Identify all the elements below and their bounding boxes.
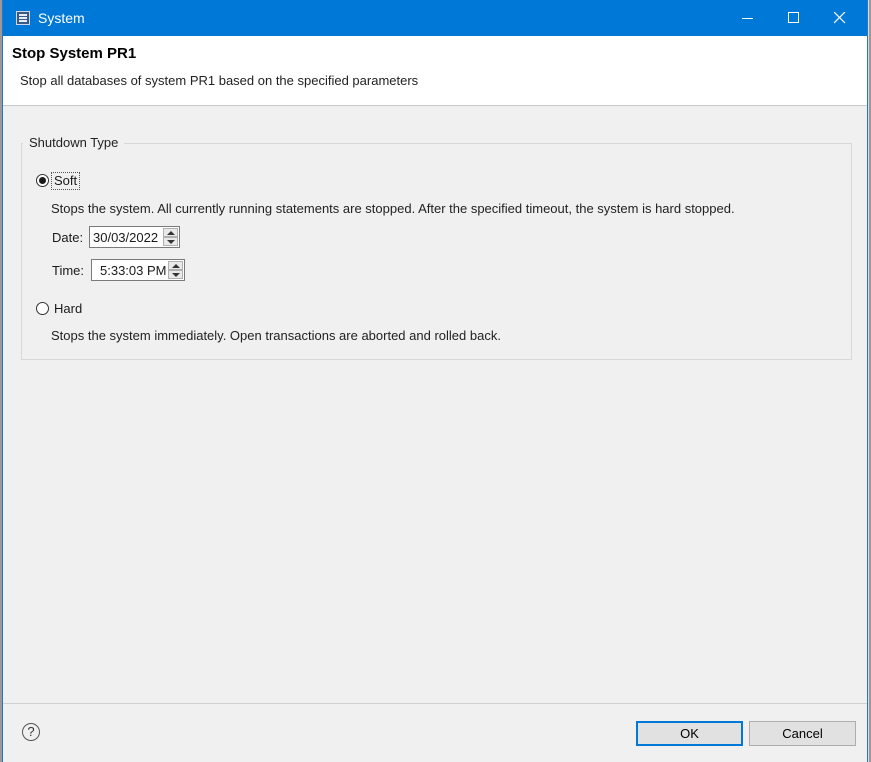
maximize-button[interactable]: [771, 0, 817, 36]
title-bar[interactable]: System: [3, 0, 867, 36]
date-value[interactable]: 30/03/2022: [93, 230, 158, 245]
date-increment-arrow-icon[interactable]: [163, 228, 178, 237]
soft-radio[interactable]: [36, 174, 49, 187]
close-button[interactable]: [817, 0, 863, 36]
date-label: Date:: [52, 230, 84, 245]
close-icon: [834, 12, 846, 24]
system-dialog: System Stop System PR1 Stop all database…: [2, 0, 868, 762]
soft-radio-label[interactable]: Soft: [51, 172, 81, 190]
date-spinner[interactable]: 30/03/2022: [89, 226, 180, 248]
time-spinner-buttons: [168, 261, 183, 279]
shutdown-type-label: Shutdown Type: [23, 135, 125, 150]
soft-description: Stops the system. All currently running …: [51, 201, 735, 216]
help-icon[interactable]: ?: [22, 723, 40, 741]
time-label: Time:: [52, 263, 85, 278]
dialog-title: Stop System PR1: [12, 45, 137, 62]
ok-button[interactable]: OK: [636, 721, 743, 746]
hard-description: Stops the system immediately. Open trans…: [51, 328, 501, 343]
minimize-icon: [742, 18, 753, 19]
date-decrement-arrow-icon[interactable]: [163, 237, 178, 246]
minimize-button[interactable]: [725, 0, 771, 36]
time-spinner[interactable]: 5:33:03 PM: [91, 259, 185, 281]
system-window-icon: [16, 11, 30, 25]
hard-radio-label[interactable]: Hard: [54, 301, 82, 316]
window-title: System: [38, 10, 85, 26]
time-increment-arrow-icon[interactable]: [168, 261, 183, 270]
date-spinner-buttons: [163, 228, 178, 246]
dialog-header: Stop System PR1 Stop all databases of sy…: [3, 36, 867, 106]
maximize-icon: [788, 12, 799, 23]
hard-radio[interactable]: [36, 302, 49, 315]
cancel-button[interactable]: Cancel: [749, 721, 856, 746]
dialog-description: Stop all databases of system PR1 based o…: [20, 73, 419, 88]
time-decrement-arrow-icon[interactable]: [168, 270, 183, 279]
time-value[interactable]: 5:33:03 PM: [100, 263, 167, 278]
footer-divider: [3, 703, 867, 704]
